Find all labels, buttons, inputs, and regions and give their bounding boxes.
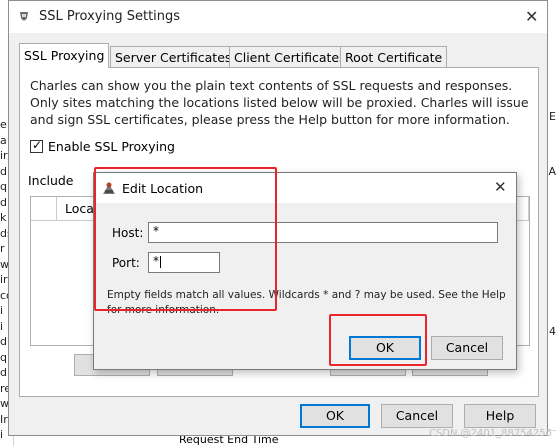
background-text-fragment: ir xyxy=(0,273,8,286)
background-text-fragment: i xyxy=(0,319,4,333)
ssl-description: Charles can show you the plain text cont… xyxy=(30,78,529,127)
background-text-fragment: Ir xyxy=(0,412,8,426)
background-text-fragment: e xyxy=(0,118,7,131)
tab-client-certificates[interactable]: Client Certificates xyxy=(229,46,351,67)
watermark: CSDN @2401_88754256 xyxy=(428,428,552,439)
table-header-checkbox-column xyxy=(31,197,57,221)
charles-app-icon xyxy=(20,12,28,21)
tab-server-certificates[interactable]: Server Certificates xyxy=(110,46,237,67)
background-text-fragment: i xyxy=(0,428,4,441)
annotation-highlight-ok xyxy=(329,314,427,366)
dialog-title: SSL Proxying Settings xyxy=(39,9,181,24)
help-button[interactable]: Help xyxy=(464,404,536,428)
annotation-highlight-fields xyxy=(94,167,277,311)
background-text-fragment: ir xyxy=(0,149,8,162)
dialog-titlebar: SSL Proxying Settings ✕ xyxy=(9,1,547,33)
background-text-fragment: r xyxy=(0,242,5,255)
tab-ssl-proxying[interactable]: SSL Proxying xyxy=(19,43,110,68)
background-text-fragment: a xyxy=(0,133,7,147)
tab-root-certificate[interactable]: Root Certificate xyxy=(340,46,448,67)
background-text-fragment: E xyxy=(549,110,556,123)
cancel-button[interactable]: Cancel xyxy=(381,404,453,428)
enable-ssl-proxying-checkbox[interactable] xyxy=(30,138,43,153)
ok-button[interactable]: OK xyxy=(300,404,370,428)
background-text-fragment: k xyxy=(0,211,7,224)
background-text-fragment: A xyxy=(548,165,556,178)
background-text-fragment: q xyxy=(0,180,7,193)
background-text-fragment: 4 xyxy=(549,325,556,338)
close-icon[interactable]: ✕ xyxy=(494,178,507,196)
enable-ssl-proxying-label[interactable]: Enable SSL Proxying xyxy=(48,139,175,154)
edit-location-cancel-button[interactable]: Cancel xyxy=(431,336,503,360)
background-text-fragment: i xyxy=(0,304,4,317)
background-text-fragment: q xyxy=(0,350,7,364)
include-label: Include xyxy=(28,173,74,188)
close-icon[interactable]: ✕ xyxy=(525,7,538,26)
